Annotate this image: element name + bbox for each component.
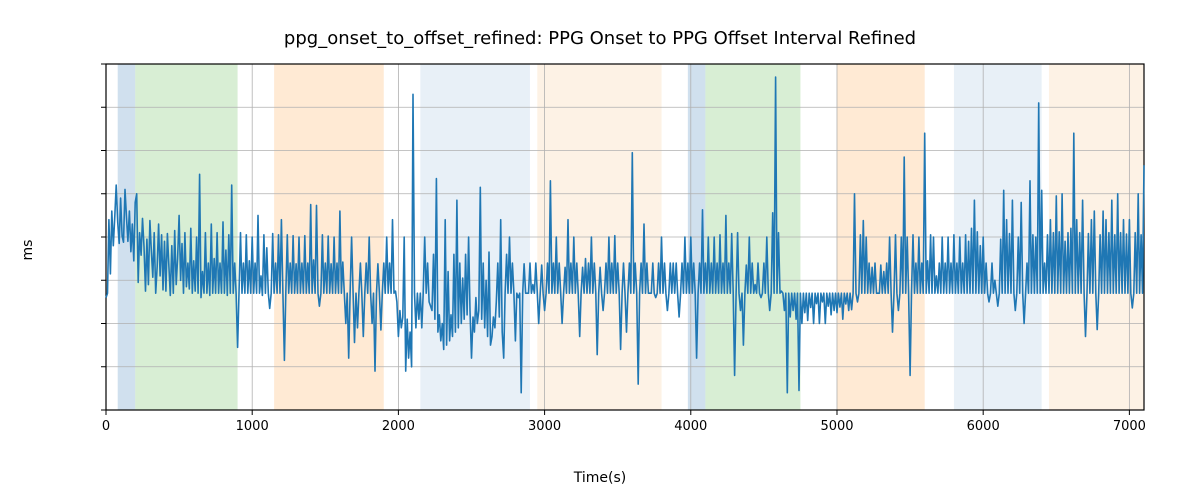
x-tick-label: 0 — [102, 419, 110, 434]
x-axis-label: Time(s) — [0, 470, 1200, 486]
x-tick-label: 3000 — [528, 419, 561, 434]
x-tick-label: 1000 — [236, 419, 269, 434]
x-tick-label: 5000 — [820, 419, 853, 434]
x-tick-label: 7000 — [1113, 419, 1146, 434]
x-tick-label: 2000 — [382, 419, 415, 434]
plot-axes: 0100020003000400050006000700060070080090… — [100, 60, 1150, 440]
x-tick-label: 6000 — [967, 419, 1000, 434]
x-tick-label: 4000 — [674, 419, 707, 434]
chart-title: ppg_onset_to_offset_refined: PPG Onset t… — [0, 28, 1200, 49]
figure: ppg_onset_to_offset_refined: PPG Onset t… — [0, 0, 1200, 500]
y-axis-label: ms — [20, 240, 36, 261]
